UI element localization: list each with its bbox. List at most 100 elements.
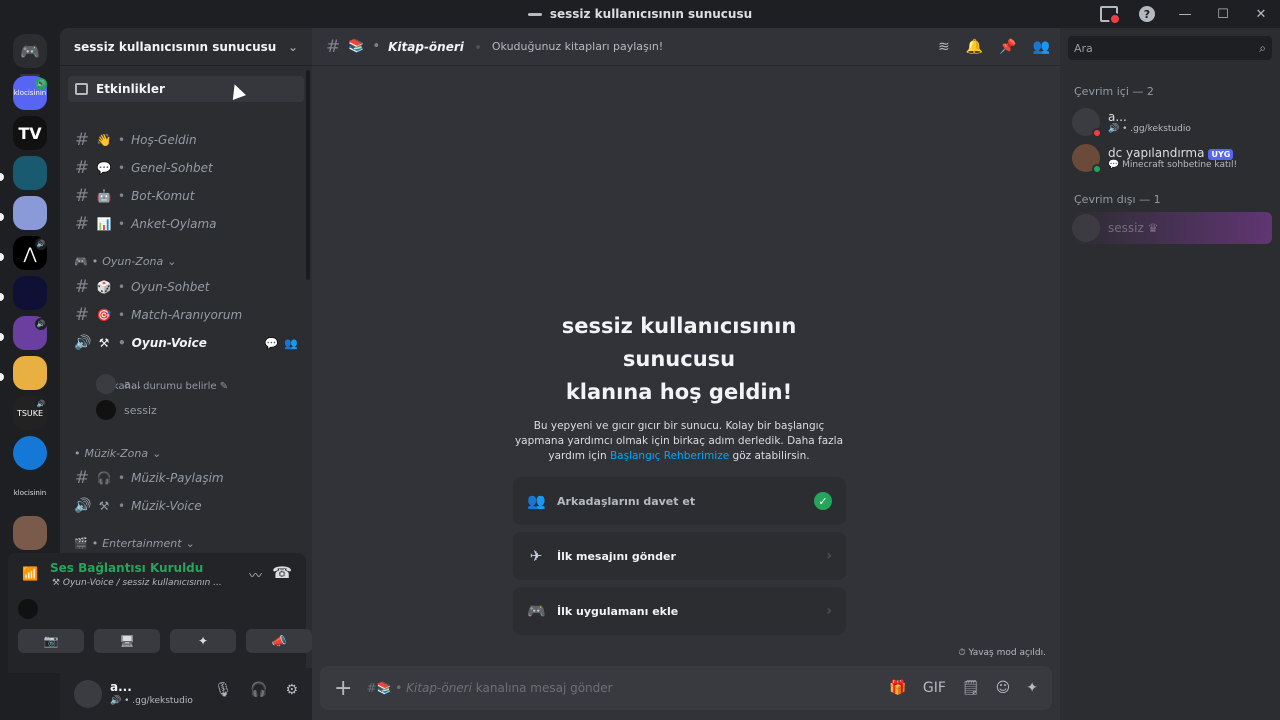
member-row[interactable]: dc yapılandırma UYG 💬 Minecraft sohbetine… <box>1072 144 1237 174</box>
task-first-message[interactable]: ✈ İlk mesajını gönder › <box>513 532 846 580</box>
channel-bot-komut[interactable]: # 🤖 • Bot-Komut <box>68 183 304 209</box>
chevron-right-icon: › <box>826 603 832 619</box>
task-first-app[interactable]: 🎮 İlk uygulamanı ekle › <box>513 587 846 635</box>
member-row[interactable]: sessiz ♛ <box>1072 214 1158 242</box>
sidebar-scrollbar[interactable] <box>306 70 310 280</box>
pin-icon[interactable]: 📌 <box>999 39 1016 55</box>
server-avatar-3[interactable] <box>13 156 47 190</box>
server-avatar-8[interactable] <box>13 356 47 390</box>
discord-logo-icon: 🎮 <box>20 41 40 61</box>
category-entertainment[interactable]: 🎬 • Entertainment ⌄ <box>74 537 195 550</box>
voice-user[interactable]: a... <box>96 374 141 394</box>
help-button[interactable]: ? <box>1128 0 1166 28</box>
gift-icon[interactable]: 🎁 <box>889 680 906 696</box>
welcome-tail-text: göz atabilirsin. <box>732 450 810 462</box>
category-oyun-zona[interactable]: 🎮 • Oyun-Zona ⌄ <box>74 255 176 268</box>
unread-pill <box>0 373 4 381</box>
gear-icon[interactable]: ⚙ <box>285 682 298 698</box>
disconnect-icon[interactable]: ☎ <box>272 563 292 582</box>
welcome-title-line: klanına hoş geldin! <box>565 380 793 404</box>
camera-off-button[interactable]: 📷 <box>18 629 84 653</box>
channel-label: Müzik-Paylaşim <box>131 471 224 485</box>
message-input[interactable]: #📚 • Kitap-öneri kanalına mesaj gönder <box>366 681 875 695</box>
inbox-button[interactable] <box>1090 0 1128 28</box>
direct-messages-button[interactable]: 🎮 <box>13 34 47 68</box>
bell-icon[interactable]: 🔔 <box>966 39 983 55</box>
close-button[interactable]: ✕ <box>1242 0 1280 28</box>
voice-icon: 🔊 <box>35 238 47 250</box>
member-row[interactable]: a... 🔊 • .gg/kekstudio <box>1072 108 1191 138</box>
server-avatar-12[interactable] <box>13 516 47 550</box>
avatar[interactable] <box>18 599 38 619</box>
avatar[interactable] <box>74 680 102 708</box>
server-klocisinin-2[interactable]: klocisinin <box>13 476 47 510</box>
headphones-icon[interactable]: 🎧 <box>250 682 267 698</box>
channel-label: Müzik-Voice <box>131 499 202 513</box>
chat-bubble-icon[interactable]: 💬 <box>265 337 279 350</box>
chevron-down-icon: ⌄ <box>287 39 298 54</box>
chevron-down-icon: ⌄ <box>167 255 177 268</box>
threads-icon[interactable]: ≋ <box>938 39 950 55</box>
microphone-icon[interactable]: 🎙 <box>214 682 232 698</box>
member-name: a... <box>1108 110 1127 124</box>
message-composer[interactable]: + #📚 • Kitap-öneri kanalına mesaj gönder… <box>320 666 1052 710</box>
channel-muzik-paylasim[interactable]: # 🎧 • Müzik-Paylaşim <box>68 465 304 491</box>
hammer-icon: ⚒ <box>98 336 110 350</box>
speaker-icon: 🔊 <box>74 335 92 351</box>
maximize-button[interactable]: ☐ <box>1204 0 1242 28</box>
add-attachment-icon[interactable]: + <box>334 676 352 701</box>
channel-emoji: 💬 <box>96 161 112 175</box>
voice-location: ⚒ Oyun-Voice / sessiz kullanıcısının ... <box>52 578 222 588</box>
search-input[interactable]: Ara ⌕ <box>1068 36 1272 60</box>
title-bar: sessiz kullanıcısının sunucusu ? — ☐ ✕ <box>0 0 1280 28</box>
unread-pill <box>0 213 4 221</box>
server-label: klocisinin <box>13 489 47 497</box>
gif-icon[interactable]: GIF <box>923 680 946 696</box>
screen-share-button[interactable]: 🖥 <box>94 629 160 653</box>
channel-muzik-voice[interactable]: 🔊 ⚒ • Müzik-Voice <box>68 493 304 519</box>
soundboard-button[interactable]: 📣 <box>246 629 312 653</box>
member-list-icon[interactable]: 👥 <box>1033 39 1050 55</box>
channel-oyun-voice[interactable]: 🔊 ⚒ • Oyun-Voice 💬 👥 <box>68 330 304 356</box>
task-label: İlk mesajını gönder <box>557 549 676 563</box>
category-muzik-zona[interactable]: • Müzik-Zona ⌄ <box>74 447 161 460</box>
apps-icon[interactable]: ✦ <box>1026 680 1038 696</box>
starter-guide-link[interactable]: Başlangıç Rehberimize <box>610 450 729 462</box>
minimize-button[interactable]: — <box>1166 0 1204 28</box>
server-header[interactable]: sessiz kullanıcısının sunucusu ⌄ <box>60 28 312 66</box>
events-button[interactable]: Etkinlikler <box>68 76 304 102</box>
sticker-icon[interactable]: 🗒 <box>962 680 980 696</box>
gamepad-icon: 🎮 <box>527 602 546 620</box>
activities-button[interactable]: ✦ <box>170 629 236 653</box>
server-avatar-4[interactable] <box>13 196 47 230</box>
add-member-icon[interactable]: 👥 <box>284 337 298 350</box>
channel-match-araniyorum[interactable]: # 🎯 • Match-Aranıyorum <box>68 302 304 328</box>
search-placeholder: Ara <box>1074 41 1093 55</box>
channel-hos-geldin[interactable]: # 👋 • Hoş-Geldin <box>68 127 304 153</box>
channel-separator: • <box>118 189 126 203</box>
chevron-down-icon: ⌄ <box>152 447 162 460</box>
channel-separator: • <box>118 217 126 231</box>
soundwave-icon[interactable]: 〰 <box>249 565 262 584</box>
channel-emoji: 👋 <box>96 133 112 147</box>
channel-genel-sohbet[interactable]: # 💬 • Genel-Sohbet <box>68 155 304 181</box>
slowmode-text: Yavaş mod açıldı. <box>968 648 1046 658</box>
category-separator: • <box>91 255 99 268</box>
channel-actions: 💬 👥 <box>265 337 304 350</box>
server-avatar-6[interactable] <box>13 276 47 310</box>
server-tradingview[interactable]: TV <box>13 116 47 150</box>
unread-pill <box>0 293 4 301</box>
task-invite-friends[interactable]: 👥 Arkadaşlarını davet et ✓ <box>513 477 846 525</box>
category-label: Oyun-Zona <box>102 255 164 268</box>
channel-oyun-sohbet[interactable]: # 🎲 • Oyun-Sohbet <box>68 274 304 300</box>
hashtag-icon: # <box>326 36 341 57</box>
channel-label: Match-Aranıyorum <box>131 308 243 322</box>
camera-off-icon: 📷 <box>43 634 59 648</box>
channel-topic[interactable]: Okuduğunuz kitapları paylaşın! <box>492 40 663 53</box>
channel-anket-oylama[interactable]: # 📊 • Anket-Oylama <box>68 211 304 237</box>
voice-status[interactable]: Ses Bağlantısı Kuruldu <box>50 561 203 575</box>
server-avatar-10[interactable] <box>13 436 47 470</box>
emoji-icon[interactable]: ☺ <box>996 680 1011 696</box>
voice-user[interactable]: sessiz <box>96 400 157 420</box>
welcome-title-line: sessiz kullanıcısının <box>561 314 797 338</box>
